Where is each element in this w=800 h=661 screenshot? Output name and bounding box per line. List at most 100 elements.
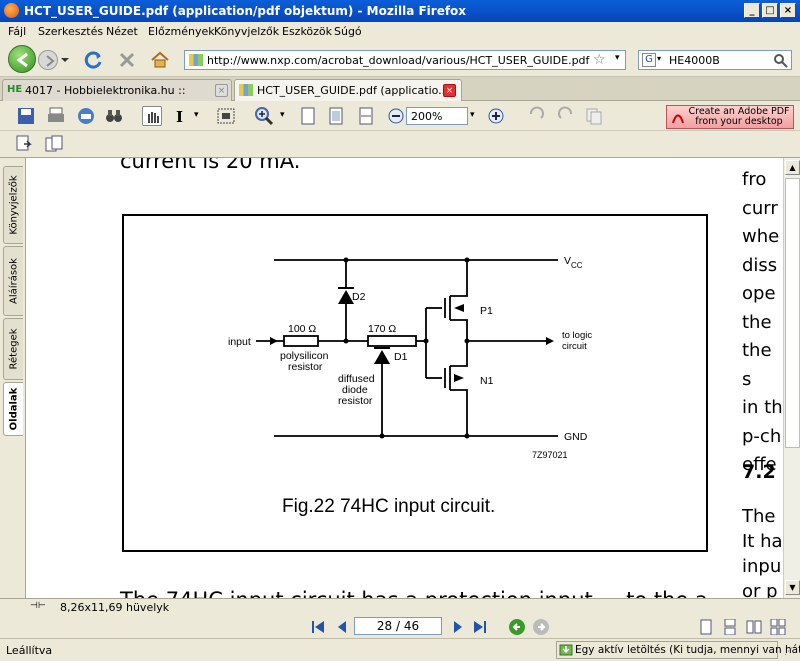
- pdf-document-view[interactable]: current is 20 mA. fro curr whe diss ope …: [26, 158, 783, 598]
- download-text: Egy aktív letöltés (Ki tudja, mennyi van…: [575, 644, 800, 656]
- save-icon[interactable]: [16, 106, 36, 126]
- forward-arrow-icon: [46, 55, 55, 67]
- download-status[interactable]: Egy aktív letöltés (Ki tudja, mennyi van…: [556, 641, 800, 659]
- history-dropdown-icon[interactable]: [60, 55, 70, 65]
- gnd-label: GND: [564, 431, 588, 443]
- resize-grip-icon[interactable]: ⋰: [784, 647, 793, 657]
- page-number-input[interactable]: 28 / 46: [354, 617, 442, 635]
- r2-value: 170 Ω: [368, 323, 396, 335]
- search-bar[interactable]: G ▾ HE4000B: [638, 50, 792, 70]
- last-page-icon[interactable]: [472, 619, 488, 635]
- forward-button[interactable]: [38, 50, 58, 70]
- tab-label: HCT_USER_GUIDE.pdf (applicatio...: [257, 84, 449, 97]
- bookmark-star-icon[interactable]: ☆: [593, 52, 606, 68]
- find-binoculars-icon[interactable]: [104, 106, 124, 126]
- scroll-up-icon[interactable]: ▲: [785, 160, 800, 175]
- select-text-icon[interactable]: Ⅰ: [176, 108, 183, 126]
- zoom-tool-dropdown-icon[interactable]: ▾: [280, 110, 285, 120]
- vertical-scrollbar[interactable]: ▲ ▼: [783, 158, 800, 598]
- attach-file-icon[interactable]: [14, 134, 34, 154]
- adobe-line-2: from your desktop: [695, 116, 783, 127]
- go-back-view-icon[interactable]: [508, 618, 526, 636]
- select-dropdown-icon[interactable]: ▾: [194, 110, 199, 120]
- zoom-in-icon[interactable]: [254, 106, 274, 126]
- zoom-plus-icon[interactable]: [486, 106, 506, 126]
- create-adobe-pdf-button[interactable]: Create an Adobe PDF from your desktop: [666, 105, 794, 129]
- download-icon: [559, 644, 573, 656]
- page-size: 8,26x11,69 hüvelyk: [60, 601, 170, 614]
- rotate-ccw-icon[interactable]: [526, 106, 546, 126]
- scroll-thumb[interactable]: [785, 178, 800, 448]
- close-window-button[interactable]: ×: [780, 3, 796, 18]
- zoom-out-icon[interactable]: [386, 106, 406, 126]
- pdf-bottom-bar: ⊣⊢ 8,26x11,69 hüvelyk 28 / 46: [0, 598, 800, 638]
- email-icon[interactable]: [76, 106, 96, 126]
- firefox-logo-icon: [4, 3, 19, 18]
- window-title: HCT_USER_GUIDE.pdf (application/pdf obje…: [24, 4, 467, 18]
- next-page-icon[interactable]: [450, 619, 466, 635]
- menu-file[interactable]: Fájl: [8, 25, 26, 38]
- page-size-toggle-icon[interactable]: ⊣⊢: [30, 601, 46, 611]
- output-label-1: to logic: [562, 330, 592, 341]
- hand-tool-icon[interactable]: [142, 106, 162, 126]
- facing-view-icon[interactable]: [746, 619, 762, 635]
- nxp-favicon-icon: [239, 84, 253, 96]
- menu-help[interactable]: Súgó: [334, 25, 362, 38]
- go-forward-view-icon[interactable]: [532, 618, 550, 636]
- maximize-button[interactable]: □: [762, 3, 778, 18]
- actual-size-icon[interactable]: [298, 106, 318, 126]
- output-label-2: circuit: [562, 341, 587, 352]
- fit-page-icon[interactable]: [326, 106, 346, 126]
- zoom-level-input[interactable]: 200%: [406, 107, 468, 125]
- stop-icon[interactable]: [117, 50, 137, 70]
- menu-edit[interactable]: Szerkesztés: [38, 25, 103, 38]
- site-favicon-icon: [189, 54, 203, 66]
- r1-desc-2: resistor: [288, 361, 323, 373]
- scroll-down-icon[interactable]: ▼: [785, 580, 800, 595]
- tab-hobbielektronika[interactable]: HE 4017 - Hobbielektronika.hu :: ×: [2, 79, 232, 101]
- input-label: input: [228, 336, 251, 348]
- he-favicon-icon: HE: [7, 84, 23, 95]
- adobe-logo-icon: [672, 114, 684, 124]
- continuous-facing-view-icon[interactable]: [770, 619, 786, 635]
- rotate-cw-icon[interactable]: [556, 106, 576, 126]
- first-page-icon[interactable]: [310, 619, 326, 635]
- menu-bookmarks[interactable]: Könyvjelzők: [214, 25, 279, 38]
- google-engine-icon[interactable]: G: [642, 53, 656, 67]
- zoom-dropdown-icon[interactable]: ▾: [470, 110, 475, 120]
- n1-label: N1: [480, 375, 494, 387]
- continuous-view-icon[interactable]: [722, 619, 738, 635]
- engine-dropdown-icon[interactable]: ▾: [657, 54, 661, 63]
- copy-icon[interactable]: [584, 106, 604, 126]
- sidebar-tab-bookmarks[interactable]: Könyvjelzők: [3, 166, 23, 244]
- print-icon[interactable]: [46, 106, 66, 126]
- single-page-view-icon[interactable]: [698, 619, 714, 635]
- close-tab-icon[interactable]: ×: [215, 84, 228, 97]
- menu-tools[interactable]: Eszközök: [282, 25, 332, 38]
- search-icon[interactable]: [773, 53, 789, 69]
- document-pages-icon[interactable]: [44, 134, 64, 154]
- search-input[interactable]: HE4000B: [669, 54, 720, 67]
- navigation-toolbar: http://www.nxp.com/acrobat_download/vari…: [0, 41, 800, 77]
- sidebar-tab-signatures[interactable]: Aláírások: [3, 246, 23, 316]
- body-text-line: current is 20 mA.: [120, 158, 301, 173]
- back-button[interactable]: [8, 45, 36, 73]
- url-bar[interactable]: http://www.nxp.com/acrobat_download/vari…: [184, 50, 626, 70]
- snapshot-icon[interactable]: [216, 106, 236, 126]
- body-text-line-bottom: The 74HC input circuit has a protection …: [120, 588, 728, 598]
- sidebar-tab-layers[interactable]: Rétegek: [3, 318, 23, 380]
- menu-history[interactable]: Előzmények: [148, 25, 215, 38]
- section-number: 7.2: [742, 461, 776, 483]
- reload-icon[interactable]: [84, 50, 104, 70]
- previous-page-icon[interactable]: [334, 619, 350, 635]
- r2-desc-3: resistor: [338, 395, 373, 407]
- menu-view[interactable]: Nézet: [106, 25, 138, 38]
- home-icon[interactable]: [150, 50, 170, 70]
- minimize-button[interactable]: _: [744, 3, 760, 18]
- tab-hct-user-guide[interactable]: HCT_USER_GUIDE.pdf (applicatio... ×: [234, 79, 462, 101]
- fit-width-icon[interactable]: [356, 106, 376, 126]
- close-tab-icon[interactable]: ×: [443, 84, 456, 97]
- menu-bar: Fájl Szerkesztés Nézet Előzmények Könyvj…: [0, 22, 800, 41]
- sidebar-tab-pages[interactable]: Oldalak: [3, 382, 23, 436]
- url-dropdown-icon[interactable]: ▾: [615, 53, 620, 63]
